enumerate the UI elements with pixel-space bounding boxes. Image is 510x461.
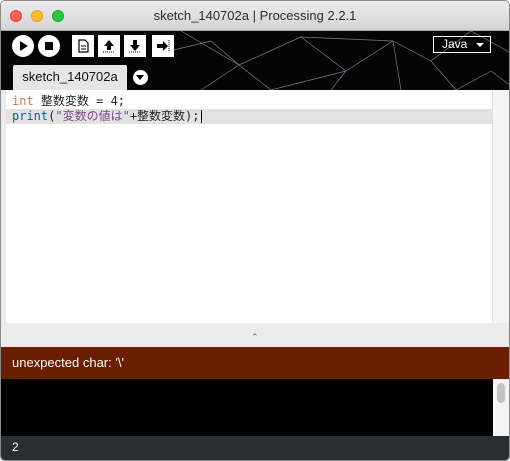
code-line-current: print("変数の値は"+整数変数); [6, 109, 492, 124]
new-file-icon [78, 39, 89, 53]
collapse-arrow-icon[interactable]: ⌃ [251, 332, 259, 343]
chevron-down-icon [476, 43, 484, 47]
splitter[interactable]: ⌃ [1, 323, 509, 347]
title-bar: sketch_140702a | Processing 2.2.1 [1, 1, 509, 31]
console-scrollbar[interactable] [493, 379, 509, 436]
open-button[interactable] [98, 35, 120, 57]
code-line: int 整数変数 = 4; [6, 94, 492, 109]
console[interactable] [1, 379, 493, 436]
console-scroll-thumb[interactable] [497, 383, 505, 403]
stop-icon [45, 42, 53, 50]
code-text: 整数変数 = 4; [33, 94, 126, 108]
run-button[interactable] [12, 35, 34, 57]
open-icon [103, 40, 115, 53]
save-button[interactable] [124, 35, 146, 57]
save-icon [129, 40, 141, 53]
keyword-token: int [12, 94, 34, 108]
code-editor[interactable]: int 整数変数 = 4; print("変数の値は"+整数変数); [6, 90, 492, 323]
toolbar: Java sketch_140702a [1, 31, 509, 90]
tab-menu-button[interactable] [133, 70, 148, 85]
editor-scrollbar[interactable] [492, 90, 509, 323]
processing-window: sketch_140702a | Processing 2.2.1 Java s… [0, 0, 510, 461]
export-icon [157, 40, 170, 52]
stop-button[interactable] [38, 35, 60, 57]
function-token: print [12, 109, 49, 123]
mode-label: Java [442, 37, 468, 51]
line-number-footer: 2 [1, 436, 509, 460]
string-token: "変数の値は" [55, 109, 130, 123]
window-title: sketch_140702a | Processing 2.2.1 [153, 8, 357, 23]
mode-select[interactable]: Java [433, 36, 491, 53]
export-button[interactable] [152, 35, 174, 57]
error-status-bar: unexpected char: '\' [1, 347, 509, 379]
new-button[interactable] [72, 35, 94, 57]
chevron-down-icon [136, 75, 144, 80]
text-cursor [200, 110, 202, 123]
tab-sketch[interactable]: sketch_140702a [13, 65, 127, 90]
code-text: +整数変数); [129, 109, 200, 123]
play-icon [20, 41, 28, 51]
